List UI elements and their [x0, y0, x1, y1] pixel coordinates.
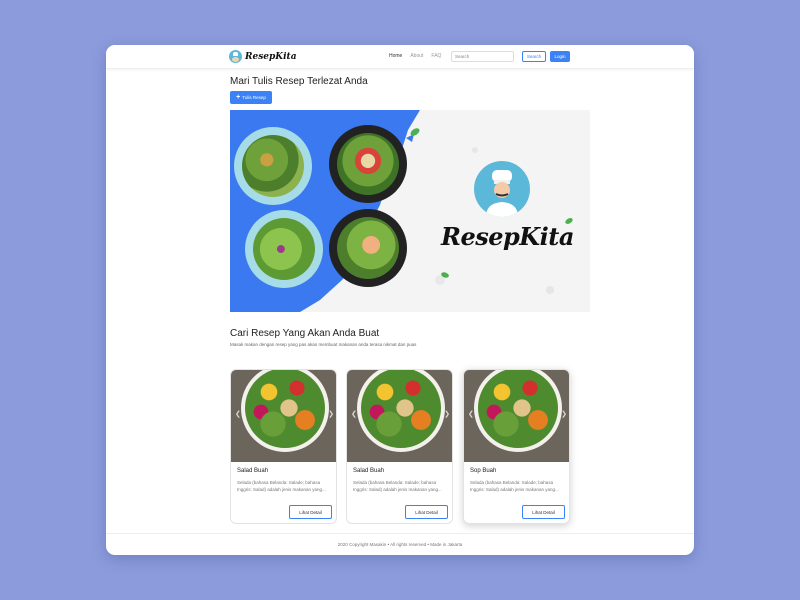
footer-text: 2020 Copyright Masakin • All rights rese… — [337, 542, 463, 547]
write-recipe-label: Tulis Resep — [242, 95, 266, 100]
chevron-right-icon[interactable]: ❯ — [561, 410, 567, 418]
view-detail-button[interactable]: Lihat Detail — [405, 505, 448, 519]
chef-logo-icon — [229, 50, 242, 63]
section-title: Cari Resep Yang Akan Anda Buat — [230, 328, 380, 339]
brand-link[interactable]: ResepKita — [229, 50, 297, 63]
chevron-right-icon[interactable]: ❯ — [328, 410, 334, 418]
brand-name: ResepKita — [245, 51, 297, 62]
recipe-image: ❮ ❯ — [231, 370, 336, 462]
banner-brand-name: ResepKita — [441, 222, 574, 251]
search-button[interactable]: Search — [522, 51, 546, 62]
recipe-image: ❮ ❯ — [347, 370, 452, 462]
recipe-card: ❮ ❯ Salad Buah Selada (bahasa Belanda: S… — [230, 369, 337, 524]
navbar: ResepKita Home About FAQ Search Login — [106, 45, 694, 69]
chevron-left-icon[interactable]: ❮ — [468, 410, 474, 418]
salad-plate-1 — [234, 127, 312, 205]
view-detail-button[interactable]: Lihat Detail — [289, 505, 332, 519]
recipe-description: Selada (bahasa Belanda: Salade; bahasa I… — [353, 480, 442, 492]
chef-logo-icon — [474, 161, 530, 217]
salad-plate-4 — [329, 209, 407, 287]
recipe-card: ❮ ❯ Sop Buah Selada (bahasa Belanda: Sal… — [463, 369, 570, 524]
salad-plate-3 — [245, 210, 323, 288]
login-button[interactable]: Login — [550, 51, 570, 62]
nav-links: Home About FAQ — [389, 53, 441, 59]
nav-link-home[interactable]: Home — [389, 53, 402, 59]
salad-plate-2 — [329, 125, 407, 203]
recipe-description: Selada (bahasa Belanda: Salade; bahasa I… — [237, 480, 326, 492]
search-input[interactable] — [451, 51, 514, 62]
view-detail-button[interactable]: Lihat Detail — [522, 505, 565, 519]
nav-link-about[interactable]: About — [410, 53, 423, 59]
chevron-left-icon[interactable]: ❮ — [351, 410, 357, 418]
write-recipe-button[interactable]: + Tulis Resep — [230, 91, 272, 104]
recipe-title: Sop Buah — [470, 468, 497, 474]
hero-title: Mari Tulis Resep Terlezat Anda — [230, 76, 368, 87]
browser-window: ResepKita Home About FAQ Search Login Ma… — [106, 45, 694, 555]
recipe-title: Salad Buah — [237, 468, 269, 474]
recipe-description: Selada (bahasa Belanda: Salade; bahasa I… — [470, 480, 559, 492]
nav-link-faq[interactable]: FAQ — [431, 53, 441, 59]
recipe-card: ❮ ❯ Salad Buah Selada (bahasa Belanda: S… — [346, 369, 453, 524]
chevron-left-icon[interactable]: ❮ — [235, 410, 241, 418]
plus-icon: + — [236, 94, 241, 101]
chevron-right-icon[interactable]: ❯ — [444, 410, 450, 418]
footer: 2020 Copyright Masakin • All rights rese… — [106, 533, 694, 555]
recipe-title: Salad Buah — [353, 468, 385, 474]
section-subtitle: Masak makan dengan resep yang pas akan m… — [230, 342, 417, 347]
recipe-image: ❮ ❯ — [464, 370, 569, 462]
hero-banner: ResepKita — [230, 110, 590, 312]
